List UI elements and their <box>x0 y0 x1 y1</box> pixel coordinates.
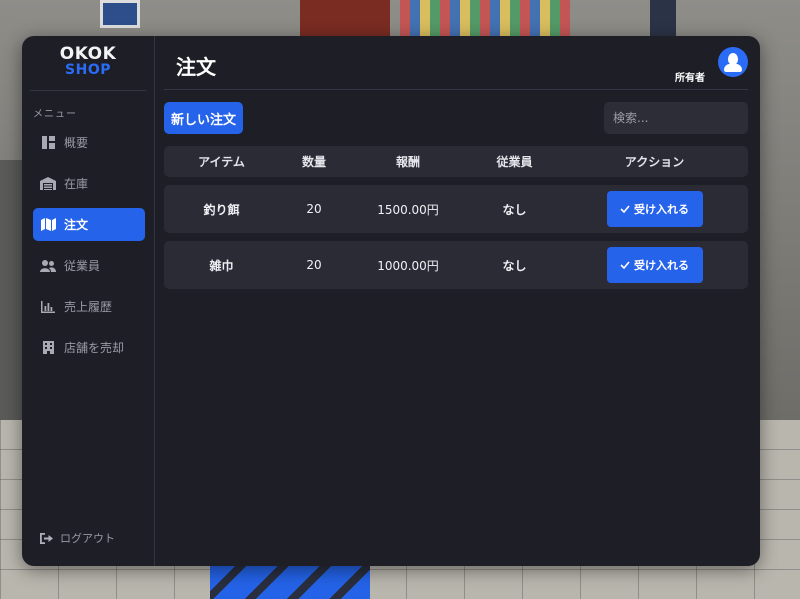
chart-icon <box>40 300 56 314</box>
menu-label: メニュー <box>33 109 77 120</box>
sidebar-item-label: 注文 <box>64 218 89 232</box>
page-title: 注文 <box>176 55 216 79</box>
shop-panel: OKOK SHOP メニュー 概要 在庫 注文 従業員 売上履歴 店舗を売却 ロ… <box>22 36 760 566</box>
background-poster <box>100 0 140 28</box>
column-header-reward: 報酬 <box>395 155 420 169</box>
map-icon <box>40 218 56 232</box>
logo-text-top: OKOK <box>59 44 117 64</box>
table-header: アイテム 数量 報酬 従業員 アクション <box>164 146 748 177</box>
background-pole <box>650 0 676 40</box>
cell-reward: 1500.00円 <box>377 202 439 217</box>
toolbar: 新しい注文 <box>164 102 748 146</box>
sidebar-item-label: 店舗を売却 <box>64 341 125 355</box>
sidebar-item-label: 在庫 <box>64 177 89 191</box>
sidebar-item-inventory[interactable]: 在庫 <box>33 167 145 200</box>
sidebar: OKOK SHOP メニュー 概要 在庫 注文 従業員 売上履歴 店舗を売却 ロ… <box>22 36 155 566</box>
table-row: 釣り餌 20 1500.00円 なし 受け入れる <box>164 185 748 233</box>
search-input[interactable] <box>604 102 748 134</box>
cell-action: 受け入れる <box>562 191 747 227</box>
logo-text-bottom: SHOP <box>65 62 111 78</box>
sidebar-item-orders[interactable]: 注文 <box>33 208 145 241</box>
sidebar-item-sales-history[interactable]: 売上履歴 <box>33 290 145 323</box>
users-icon <box>40 259 56 273</box>
cell-reward: 1000.00円 <box>377 258 439 273</box>
column-header-item: アイテム <box>198 155 245 169</box>
warehouse-icon <box>40 177 56 191</box>
accept-button[interactable]: 受け入れる <box>606 247 703 283</box>
sidebar-item-label: 概要 <box>64 136 89 150</box>
column-header-employee: 従業員 <box>496 155 533 169</box>
background-shelf <box>400 0 570 40</box>
sidebar-nav: 概要 在庫 注文 従業員 売上履歴 店舗を売却 <box>22 126 154 364</box>
sidebar-item-employees[interactable]: 従業員 <box>33 249 145 282</box>
background-door <box>300 0 390 40</box>
new-order-button[interactable]: 新しい注文 <box>164 102 244 134</box>
main-content: 注文 所有者 新しい注文 アイテム 数量 報酬 従業員 アクション 釣り餌 20… <box>155 36 760 566</box>
accept-button[interactable]: 受け入れる <box>606 191 703 227</box>
owner-role-label: 所有者 <box>675 73 705 84</box>
building-icon <box>40 341 56 355</box>
avatar[interactable] <box>718 47 748 77</box>
shop-logo: OKOK SHOP <box>30 36 146 91</box>
column-header-quantity: 数量 <box>301 155 326 169</box>
cell-employee: なし <box>502 202 527 217</box>
check-icon <box>620 261 630 269</box>
dashboard-icon <box>40 136 56 150</box>
sidebar-item-label: 従業員 <box>64 259 101 273</box>
check-icon <box>620 205 630 213</box>
logout-label: ログアウト <box>60 532 115 545</box>
cell-quantity: 20 <box>306 258 322 272</box>
column-header-action: アクション <box>624 155 685 169</box>
cell-item: 釣り餌 <box>203 202 240 217</box>
cell-item: 雑巾 <box>209 258 234 273</box>
table-row: 雑巾 20 1000.00円 なし 受け入れる <box>164 241 748 289</box>
cell-employee: なし <box>502 258 527 273</box>
cell-quantity: 20 <box>306 202 322 216</box>
accept-button-label: 受け入れる <box>634 203 689 216</box>
logout-icon <box>40 532 53 544</box>
page-header: 注文 所有者 <box>164 36 748 90</box>
accept-button-label: 受け入れる <box>634 259 689 272</box>
sidebar-item-sell-shop[interactable]: 店舗を売却 <box>33 331 145 364</box>
sidebar-item-label: 売上履歴 <box>64 300 113 314</box>
cell-action: 受け入れる <box>562 247 747 283</box>
logout-button[interactable]: ログアウト <box>40 530 115 546</box>
sidebar-item-overview[interactable]: 概要 <box>33 126 145 159</box>
